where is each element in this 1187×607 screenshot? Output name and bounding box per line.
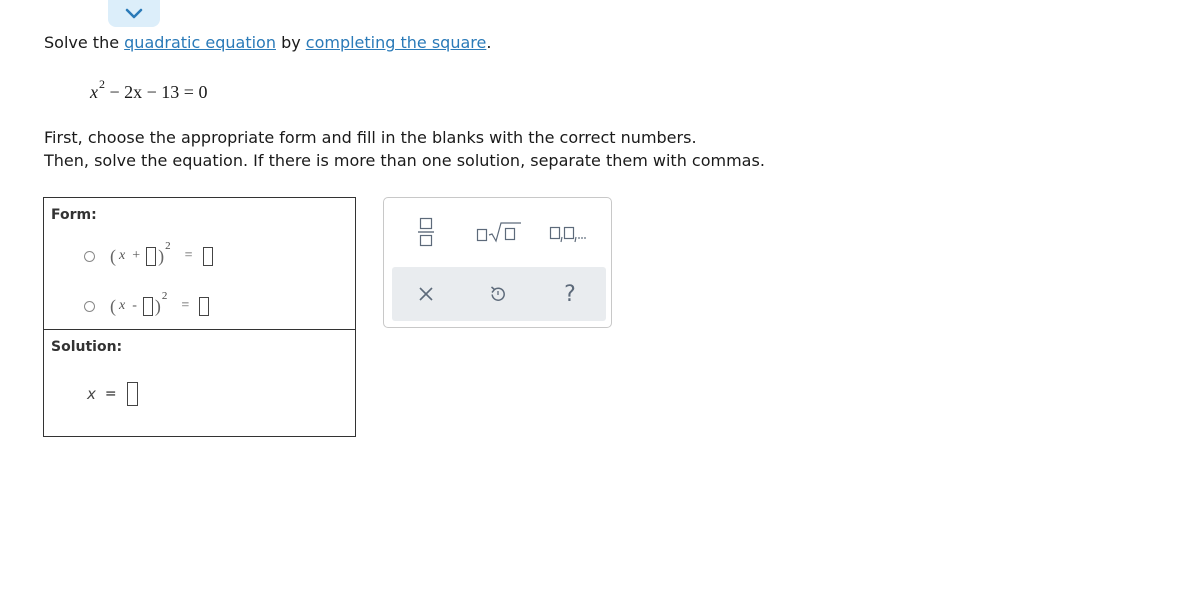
quadratic-equation-link[interactable]: quadratic equation [124,33,276,52]
form-label: Form: [51,207,97,223]
completing-the-square-link[interactable]: completing the square [306,33,487,52]
exponent: 2 [165,240,171,252]
blank-input[interactable] [199,296,210,316]
action-bar: ? [392,267,606,321]
radio-button[interactable] [84,250,95,262]
sqrt-button[interactable] [474,216,524,248]
form-expression: ( x - ) 2 = [110,290,211,317]
variable-x: x [87,385,96,403]
solution-input[interactable] [126,382,138,406]
comma-list-icon [549,226,586,243]
variable-x: x [119,298,126,313]
paren-open: ( [110,245,116,266]
equation-rest: − 2x − 13 = 0 [105,82,208,102]
instruction-line-1: First, choose the appropriate form and f… [44,128,697,147]
prompt-text: . [486,33,492,52]
list-button[interactable] [544,216,600,248]
form-expression: ( x + ) 2 = [110,240,215,267]
math-toolbar: ? [383,197,612,328]
form-option-minus[interactable]: ( x - ) 2 = [84,290,211,318]
equation-variable: x [90,82,98,102]
paren-open: ( [110,295,116,316]
instructions: First, choose the appropriate form and f… [44,126,765,172]
given-equation: x2 − 2x − 13 = 0 [90,77,208,103]
equals-sign: = [184,248,193,263]
operator: + [132,248,141,263]
solution-row: x = [84,382,140,406]
answer-workspace: Form: ( x + ) 2 = ( x - ) 2 = Solution: … [43,197,356,437]
operator: - [132,298,137,313]
chevron-down-icon [125,8,143,18]
radio-button[interactable] [84,300,95,312]
square-root-icon [476,222,521,243]
solution-label: Solution: [51,339,123,355]
undo-button[interactable] [473,267,523,321]
form-option-plus[interactable]: ( x + ) 2 = [84,240,215,268]
blank-input[interactable] [142,296,153,316]
solution-section: Solution: x = [44,330,355,436]
help-icon: ? [564,281,576,307]
paren-close: ) [154,295,161,316]
instruction-line-2: Then, solve the equation. If there is mo… [44,151,765,170]
prompt-text: Solve the [44,33,125,52]
fraction-icon [418,217,434,247]
paren-close: ) [158,245,165,266]
prompt-text: by [275,33,306,52]
blank-input[interactable] [146,246,157,266]
equals-sign: = [104,386,117,402]
exponent: 2 [161,290,168,302]
help-button[interactable]: ? [545,267,595,321]
fraction-button[interactable] [410,212,442,250]
equals-sign: = [181,298,190,313]
equation-exponent: 2 [99,77,105,91]
undo-icon [491,286,505,301]
question-prompt: Solve the quadratic equation by completi… [44,33,491,52]
form-section: Form: ( x + ) 2 = ( x - ) 2 = [44,198,355,330]
blank-input[interactable] [202,246,213,266]
clear-button[interactable] [401,267,451,321]
collapse-toggle[interactable] [108,0,160,27]
close-icon [419,287,433,301]
variable-x: x [119,248,126,263]
